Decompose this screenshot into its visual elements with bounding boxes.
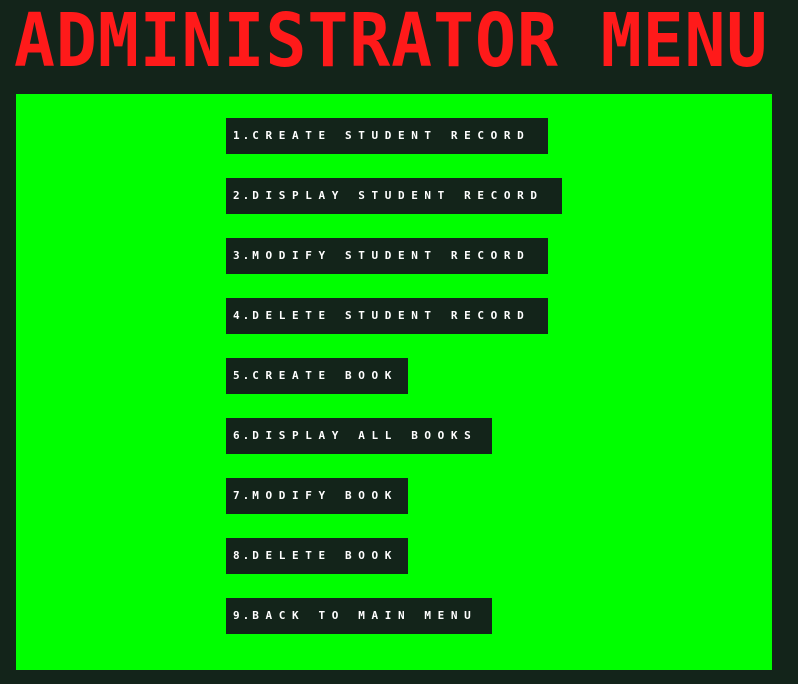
- page-title: ADMINISTRATOR MENU: [14, 0, 769, 84]
- menu-item-delete-student-record[interactable]: 4.D E L E T E S T U D E N T R E C O R D: [226, 298, 548, 334]
- menu-item-modify-book[interactable]: 7.M O D I F Y B O O K: [226, 478, 408, 514]
- menu-item-display-all-books[interactable]: 6.D I S P L A Y A L L B O O K S: [226, 418, 492, 454]
- menu-panel: 1.C R E A T E S T U D E N T R E C O R D …: [16, 94, 772, 670]
- menu-item-create-book[interactable]: 5.C R E A T E B O O K: [226, 358, 408, 394]
- menu-item-create-student-record[interactable]: 1.C R E A T E S T U D E N T R E C O R D: [226, 118, 548, 154]
- menu-item-display-student-record[interactable]: 2.D I S P L A Y S T U D E N T R E C O R …: [226, 178, 562, 214]
- menu-item-delete-book[interactable]: 8.D E L E T E B O O K: [226, 538, 408, 574]
- menu-item-back-to-main-menu[interactable]: 9.B A C K T O M A I N M E N U: [226, 598, 492, 634]
- menu-item-modify-student-record[interactable]: 3.M O D I F Y S T U D E N T R E C O R D: [226, 238, 548, 274]
